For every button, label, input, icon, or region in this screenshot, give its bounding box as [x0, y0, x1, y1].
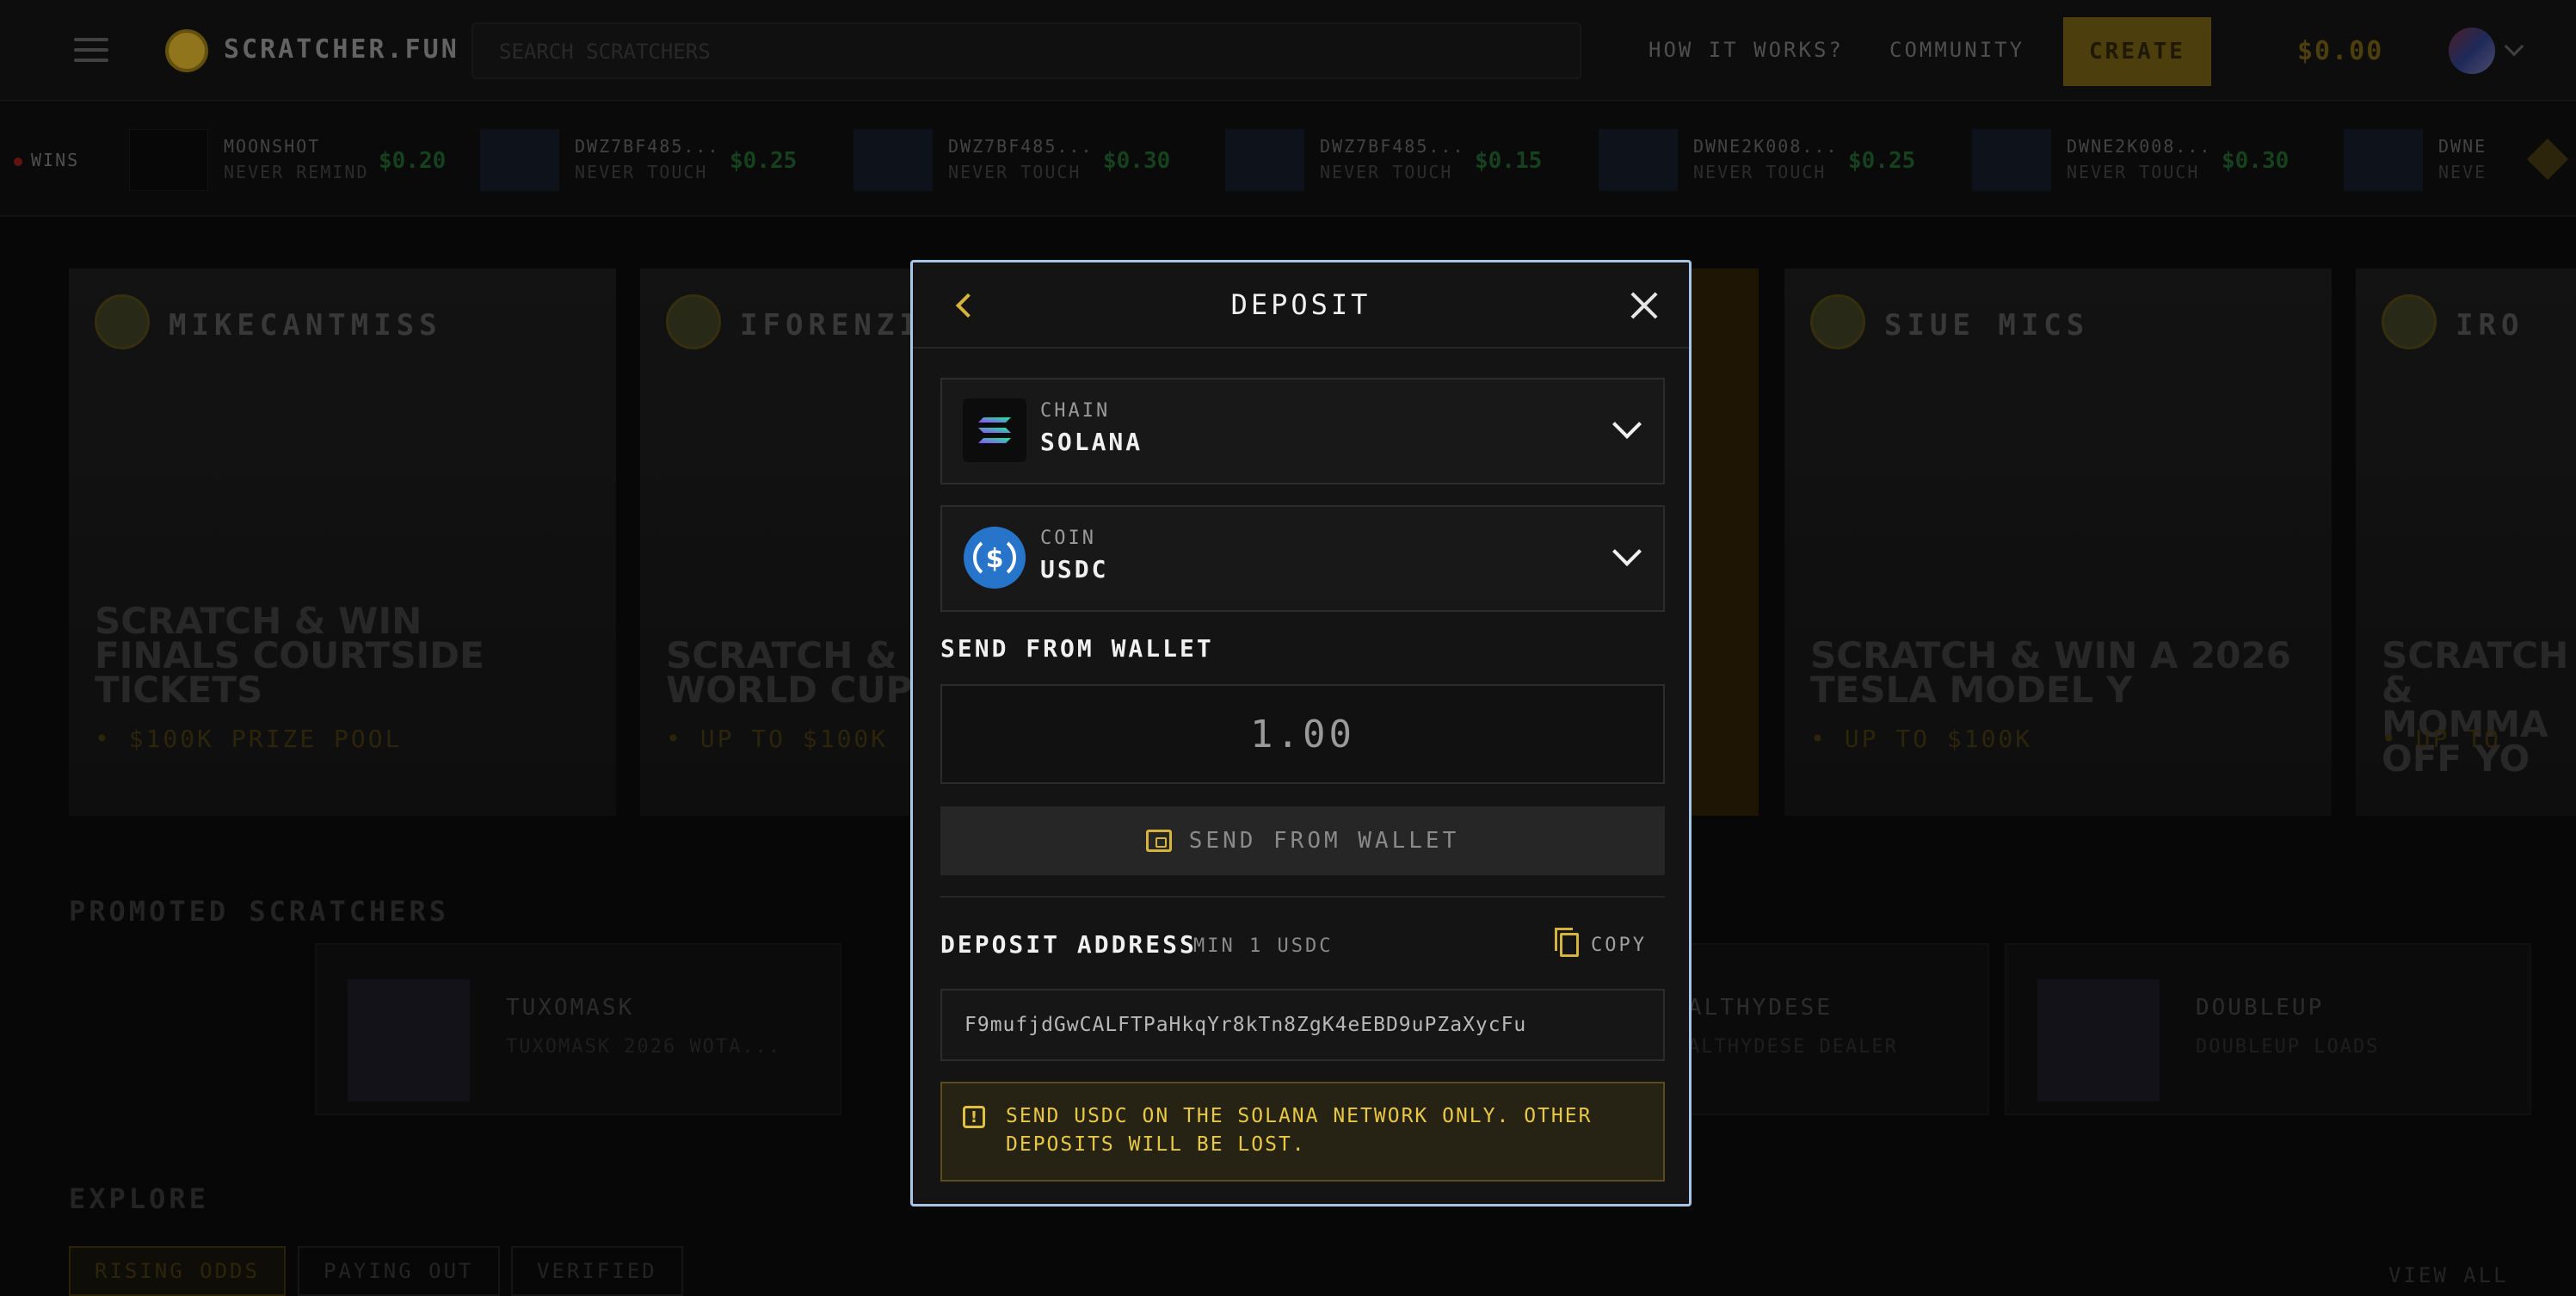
chevron-down-icon [1612, 537, 1642, 566]
modal-header: DEPOSIT [913, 262, 1689, 349]
send-from-wallet-button[interactable]: SEND FROM WALLET [940, 806, 1665, 875]
deposit-address-field[interactable]: F9mufjdGwCALFTPaHkqYr8kTn8ZgK4eEBD9uPZaX… [940, 989, 1665, 1061]
coin-value: USDC [1040, 555, 1109, 583]
amount-input[interactable]: 1.00 [940, 684, 1665, 784]
close-icon[interactable] [1629, 290, 1660, 321]
chevron-down-icon [1612, 410, 1642, 439]
modal-title: DEPOSIT [1230, 288, 1371, 321]
warning-banner: ! SEND USDC ON THE SOLANA NETWORK ONLY. … [940, 1082, 1665, 1182]
copy-button[interactable]: COPY [1555, 928, 1647, 960]
copy-label: COPY [1591, 934, 1647, 956]
coin-label: COIN [1040, 528, 1096, 549]
send-from-wallet-label: SEND FROM WALLET [1188, 828, 1460, 854]
copy-icon [1555, 928, 1579, 957]
deposit-minimum: MIN 1 USDC [1193, 935, 1334, 957]
divider [940, 896, 1665, 898]
chain-value: SOLANA [1040, 428, 1143, 456]
warning-icon: ! [963, 1106, 985, 1128]
solana-icon [963, 398, 1026, 462]
wallet-icon [1145, 830, 1172, 852]
svg-text:$: $ [986, 544, 1004, 574]
coin-select[interactable]: $ COIN USDC [940, 505, 1665, 612]
warning-text: SEND USDC ON THE SOLANA NETWORK ONLY. OT… [1006, 1105, 1593, 1156]
chain-select[interactable]: CHAIN SOLANA [940, 378, 1665, 484]
deposit-address-heading: DEPOSIT ADDRESS [940, 930, 1197, 959]
send-from-wallet-heading: SEND FROM WALLET [940, 634, 1214, 663]
usdc-icon: $ [963, 526, 1026, 589]
chain-label: CHAIN [1040, 400, 1111, 422]
deposit-modal: DEPOSIT CHAIN SOLANA $ COIN USDC SEND FR… [910, 260, 1692, 1207]
